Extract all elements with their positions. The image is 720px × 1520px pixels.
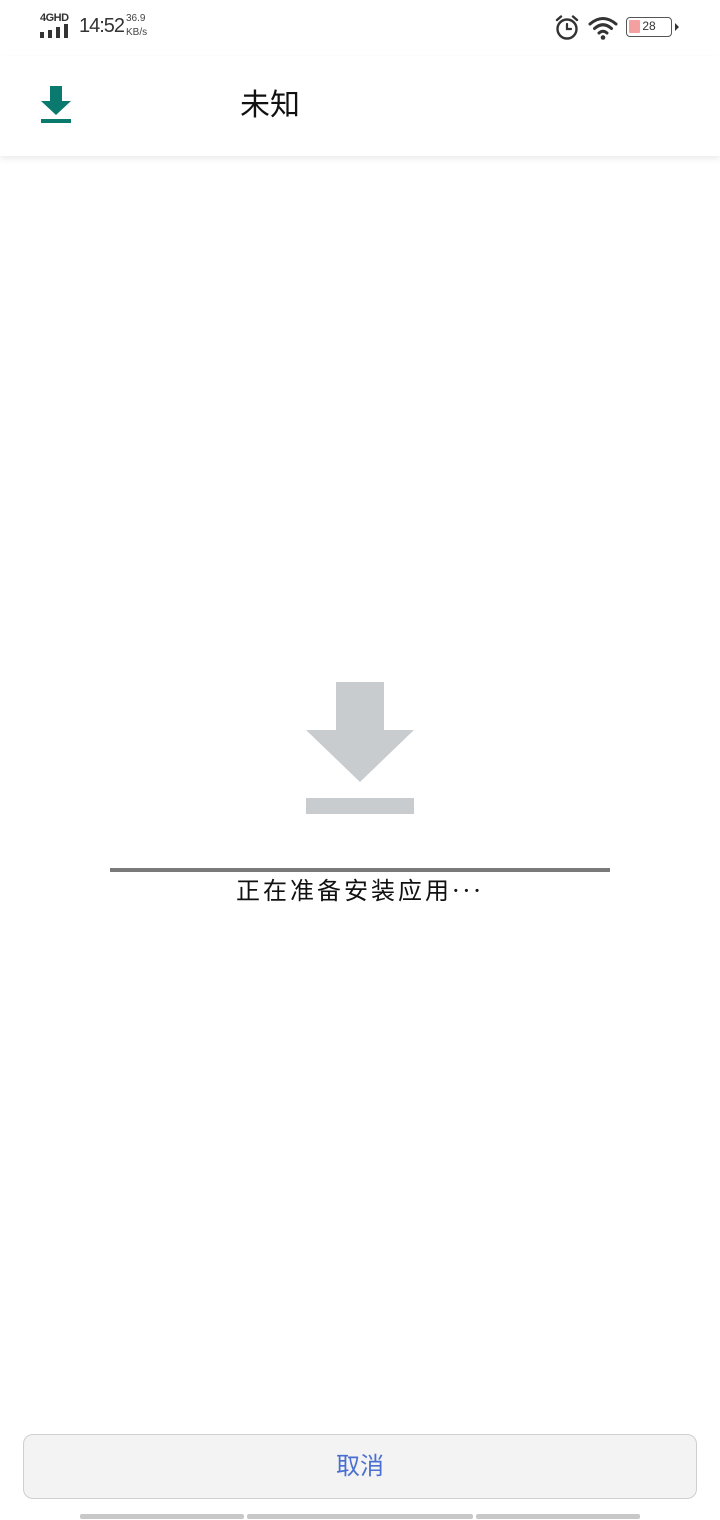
install-progress-fill	[110, 868, 610, 872]
page-title: 未知	[240, 88, 300, 123]
battery-level: 28	[642, 19, 656, 33]
network-speed-value: 36.9	[126, 13, 146, 24]
status-time: 14:52	[79, 15, 125, 37]
wifi-icon	[588, 17, 618, 40]
cancel-button[interactable]: 取消	[23, 1434, 697, 1499]
download-icon	[306, 682, 414, 814]
app-bar: 未知	[0, 56, 720, 156]
network-type: 4GHD	[40, 12, 69, 24]
install-status-text: 正在准备安装应用···	[236, 877, 484, 905]
battery-icon: 28	[626, 17, 672, 37]
install-progress-bar	[110, 868, 610, 872]
signal-icon	[40, 24, 68, 38]
nav-handle-right[interactable]	[476, 1514, 640, 1519]
download-icon	[41, 86, 71, 123]
nav-handle-center[interactable]	[247, 1514, 473, 1519]
nav-handle-left[interactable]	[80, 1514, 244, 1519]
status-bar: 4GHD 14:52 36.9 KB/s 28	[0, 0, 720, 56]
network-speed-unit: KB/s	[126, 27, 148, 38]
navigation-bar	[0, 1514, 720, 1520]
network-speed: 36.9 KB/s	[126, 12, 147, 40]
alarm-icon	[555, 15, 579, 40]
installer-screen: 4GHD 14:52 36.9 KB/s 28 未知 正在准备安装应用··· 取…	[0, 0, 720, 1520]
battery-tip	[675, 23, 679, 31]
